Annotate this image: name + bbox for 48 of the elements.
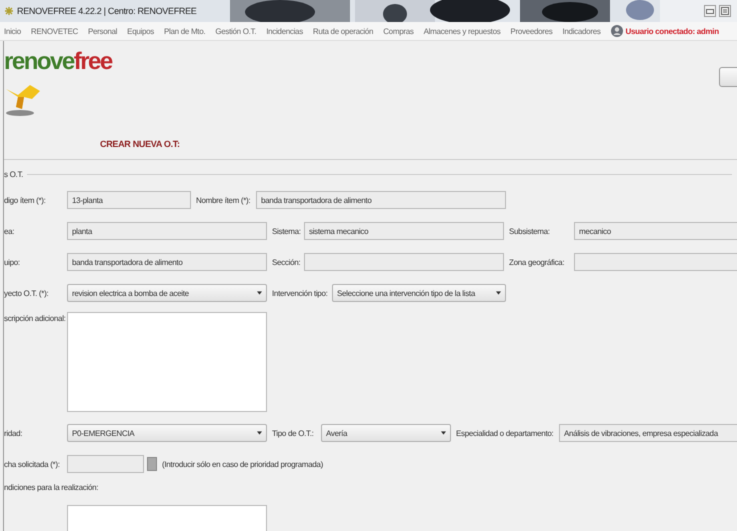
field-label: ndiciones para la realización: <box>4 482 98 492</box>
dropdown[interactable]: P0-EMERGENCIA <box>67 424 267 442</box>
menu-item[interactable]: Equipos <box>127 26 154 36</box>
window-title: RENOVEFREE 4.22.2 | Centro: RENOVEFREE <box>17 6 196 16</box>
field-label: Subsistema: <box>509 226 551 236</box>
minimize-icon[interactable] <box>704 5 716 17</box>
caret-icon <box>441 431 446 435</box>
menu-item[interactable]: Inicio <box>4 26 21 36</box>
field-label: Sección: <box>272 258 299 266</box>
group-label: s O.T. <box>4 170 24 179</box>
dropdown[interactable]: Seleccione una intervención tipo de la lista <box>332 284 506 302</box>
field-label: Especialidad o departamento: <box>456 428 554 438</box>
menu-item[interactable]: Ruta de operación <box>312 26 374 36</box>
field-label: ridad: <box>4 428 24 438</box>
menu-item[interactable]: Proveedores <box>510 26 552 36</box>
dropdown[interactable]: revision electrica a bomba de aceite <box>67 284 267 302</box>
field-label: digo ítem (*): <box>4 196 47 204</box>
field-label: Nombre ítem (*): <box>196 196 251 204</box>
maximize-icon[interactable] <box>719 5 731 17</box>
user-status: Usuario conectado: admin <box>626 26 719 36</box>
menu-item[interactable]: Gestión O.T. <box>215 26 256 36</box>
field-label: Sistema: <box>272 226 299 236</box>
hint-text: (Introducir sólo en caso de prioridad programada) <box>162 460 323 468</box>
text-area[interactable] <box>67 312 267 412</box>
field-label: Intervención tipo: <box>272 288 327 298</box>
app-icon <box>4 6 14 16</box>
menu-item[interactable]: Compras <box>383 26 414 36</box>
menu-item[interactable]: Almacenes y repuestos <box>424 26 500 36</box>
calendar-button[interactable] <box>147 457 157 471</box>
caret-icon <box>496 291 501 295</box>
menu-item[interactable]: Incidencias <box>266 26 303 36</box>
field-label: Zona geográfica: <box>509 258 566 266</box>
caret-icon <box>257 291 262 295</box>
caret-icon <box>257 431 262 435</box>
menu-item[interactable]: RENOVETEC <box>30 26 78 36</box>
field-label: Tipo de O.T.: <box>272 428 315 438</box>
dropdown[interactable]: Avería <box>321 424 451 442</box>
field-label: cha solicitada (*): <box>4 460 61 468</box>
field-label: uipo: <box>4 258 21 266</box>
text-area[interactable] <box>67 505 267 531</box>
menu-item[interactable]: Personal <box>88 26 118 36</box>
field-label: ea: <box>4 226 16 236</box>
menu-item[interactable]: Indicadores <box>562 26 601 36</box>
menu-item[interactable]: Plan de Mto. <box>164 26 206 36</box>
logo-text: renovefree <box>4 47 112 77</box>
form-heading: CREAR NUEVA O.T: <box>100 139 180 149</box>
user-icon <box>610 25 623 37</box>
field-label: yecto O.T. (*): <box>4 288 50 298</box>
